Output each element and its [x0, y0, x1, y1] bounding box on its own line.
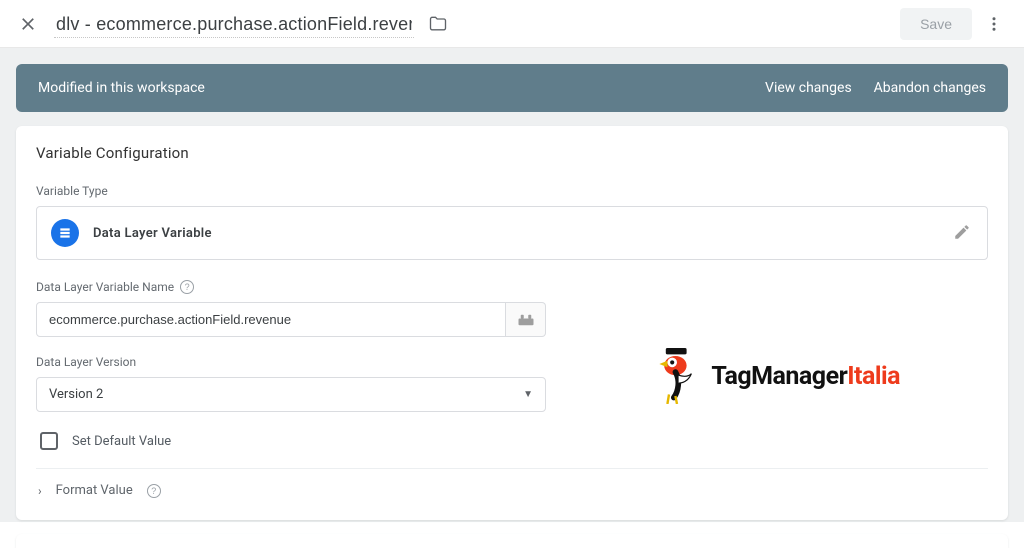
format-value-label: Format Value [56, 483, 133, 498]
checkbox-icon [40, 432, 58, 450]
abandon-changes-link[interactable]: Abandon changes [874, 80, 986, 96]
set-default-label: Set Default Value [72, 434, 171, 449]
close-button[interactable] [8, 4, 48, 44]
dlv-name-label: Data Layer Variable Name ? [36, 280, 988, 294]
variable-type-name: Data Layer Variable [93, 226, 212, 241]
save-button[interactable]: Save [900, 8, 972, 40]
dlv-version-label: Data Layer Version [36, 355, 988, 369]
help-icon[interactable]: ? [180, 280, 194, 294]
top-bar: Save [0, 0, 1024, 48]
dlv-name-field [36, 302, 546, 337]
format-value-expander[interactable]: › Format Value ? [36, 469, 988, 512]
data-layer-variable-icon [51, 219, 79, 247]
variable-picker-button[interactable] [506, 302, 546, 337]
folder-icon [428, 14, 448, 34]
chevron-down-icon: ▼ [523, 389, 533, 400]
view-changes-link[interactable]: View changes [765, 80, 852, 96]
variable-configuration-card: Variable Configuration Variable Type Dat… [16, 126, 1008, 520]
chevron-right-icon: › [38, 484, 42, 498]
dlv-name-input[interactable] [36, 302, 506, 337]
dlv-version-value: Version 2 [49, 387, 103, 402]
variable-type-selector[interactable]: Data Layer Variable [36, 206, 988, 260]
modified-banner: Modified in this workspace View changes … [16, 64, 1008, 112]
dlv-version-select[interactable]: Version 2 ▼ [36, 377, 546, 412]
page-canvas: Modified in this workspace View changes … [0, 48, 1024, 522]
set-default-value-checkbox[interactable]: Set Default Value [36, 432, 988, 464]
help-icon[interactable]: ? [147, 484, 161, 498]
variable-type-label: Variable Type [36, 184, 988, 198]
modified-banner-text: Modified in this workspace [38, 80, 743, 96]
more-menu-button[interactable] [976, 6, 1012, 42]
lego-icon [517, 314, 535, 326]
more-vert-icon [985, 15, 1003, 33]
card-title: Variable Configuration [36, 144, 988, 162]
variable-title-input[interactable] [54, 10, 414, 38]
close-icon [18, 14, 38, 34]
edit-type-icon [953, 223, 973, 243]
next-card-edge [16, 534, 1008, 548]
folder-button[interactable] [428, 14, 448, 34]
